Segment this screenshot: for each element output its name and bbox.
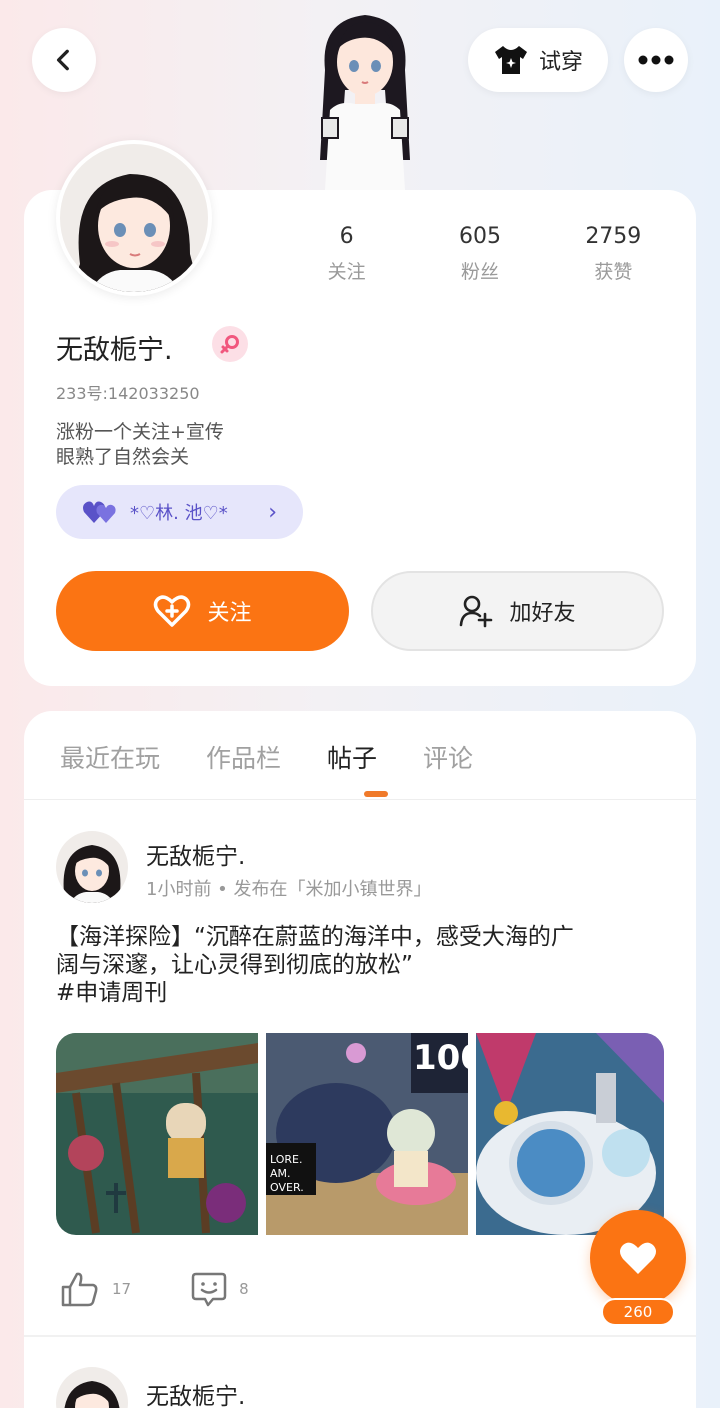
divider [24,1335,696,1337]
tab-posts[interactable]: 帖子 [327,739,377,775]
post-image[interactable] [476,1033,664,1235]
add-friend-label: 加好友 [509,601,576,626]
cp-tag-label: *♡林. 池♡* [130,503,228,524]
avatar-3d-figure [300,0,430,190]
divider [24,799,696,800]
profile-tabs: 最近在玩 作品栏 帖子 评论 [60,739,473,775]
tshirt-icon [494,46,527,74]
stat-label: 关注 [327,261,366,283]
svg-text:OVER.: OVER. [270,1181,304,1194]
stat-likes[interactable]: 2759 获赞 [547,224,680,284]
chevron-right-icon: › [268,499,277,525]
back-button[interactable] [32,28,96,92]
profile-bio: 涨粉一个关注+宣传 眼熟了自然会关 [56,420,224,470]
stat-label: 粉丝 [460,261,499,283]
cp-relationship-tag[interactable]: *♡林. 池♡* › [56,485,303,539]
profile-uid: 233号:142033250 [56,384,200,403]
profile-nickname: 无敌栀宁. [56,335,173,366]
svg-text:LORE.: LORE. [270,1153,302,1166]
like-count: 17 [112,1280,132,1298]
post-author-name[interactable]: 无敌栀宁. [146,837,245,871]
stat-value: 2759 [585,224,642,249]
tab-works[interactable]: 作品栏 [206,739,281,775]
floating-like-count: 260 [601,1298,675,1326]
double-heart-icon [83,501,116,523]
stat-value: 605 [458,224,501,249]
comment-count: 8 [239,1280,249,1298]
bio-line: 涨粉一个关注+宣传 [56,421,224,443]
post-image[interactable] [56,1033,258,1235]
heart-plus-icon [154,595,191,627]
tab-comments[interactable]: 评论 [423,739,473,775]
post-author-avatar[interactable] [56,1367,128,1408]
follow-label: 关注 [207,601,252,626]
add-friend-button[interactable]: 加好友 [371,571,664,651]
active-tab-indicator [364,791,388,797]
svg-text:100: 100 [413,1038,468,1078]
more-button[interactable] [624,28,688,92]
try-on-label: 试穿 [538,50,583,75]
svg-text:AM.: AM. [270,1167,291,1180]
chevron-left-icon [56,49,69,71]
follow-button[interactable]: 关注 [56,571,349,651]
try-on-button[interactable]: 试穿 [468,28,608,92]
post-author-avatar[interactable] [56,831,128,903]
stat-followers[interactable]: 605 粉丝 [413,224,546,284]
post-text: 【海洋探险】“沉醉在蔚蓝的海洋中，感受大海的广 阔与深邃，让心灵得到彻底的放松”… [56,923,666,1007]
stat-value: 6 [339,224,354,249]
post-hashtag[interactable]: #申请周刊 [56,979,666,1007]
profile-stats: 6 关注 605 粉丝 2759 获赞 [280,224,680,284]
profile-avatar[interactable] [56,140,212,296]
bio-line: 眼熟了自然会关 [56,446,190,468]
comment-action[interactable]: 8 [191,1271,249,1307]
content-card: 最近在玩 作品栏 帖子 评论 无敌栀宁. 1小时前 • 发布在「米加小镇世界」 … [24,711,696,1408]
stat-label: 获赞 [594,261,633,283]
post-images: LORE. AM. OVER. 100 [56,1033,664,1235]
female-gender-icon [212,326,248,362]
heart-icon [620,1242,656,1274]
post-image[interactable]: LORE. AM. OVER. 100 [266,1033,468,1235]
add-user-icon [460,595,493,628]
post-actions: 17 8 [60,1271,249,1307]
floating-like-button[interactable] [590,1210,686,1306]
tab-recently-played[interactable]: 最近在玩 [60,739,160,775]
comment-smile-icon [191,1272,227,1307]
thumbs-up-icon [61,1272,98,1307]
post-text-line: 【海洋探险】“沉醉在蔚蓝的海洋中，感受大海的广 [56,924,574,950]
post-meta: 1小时前 • 发布在「米加小镇世界」 [146,879,432,900]
post-text-line: 阔与深邃，让心灵得到彻底的放松” [56,952,413,978]
like-action[interactable]: 17 [60,1271,131,1307]
stat-following[interactable]: 6 关注 [280,224,413,284]
more-dots-icon [638,55,674,65]
post-author-name[interactable]: 无敌栀宁. [146,1377,245,1408]
